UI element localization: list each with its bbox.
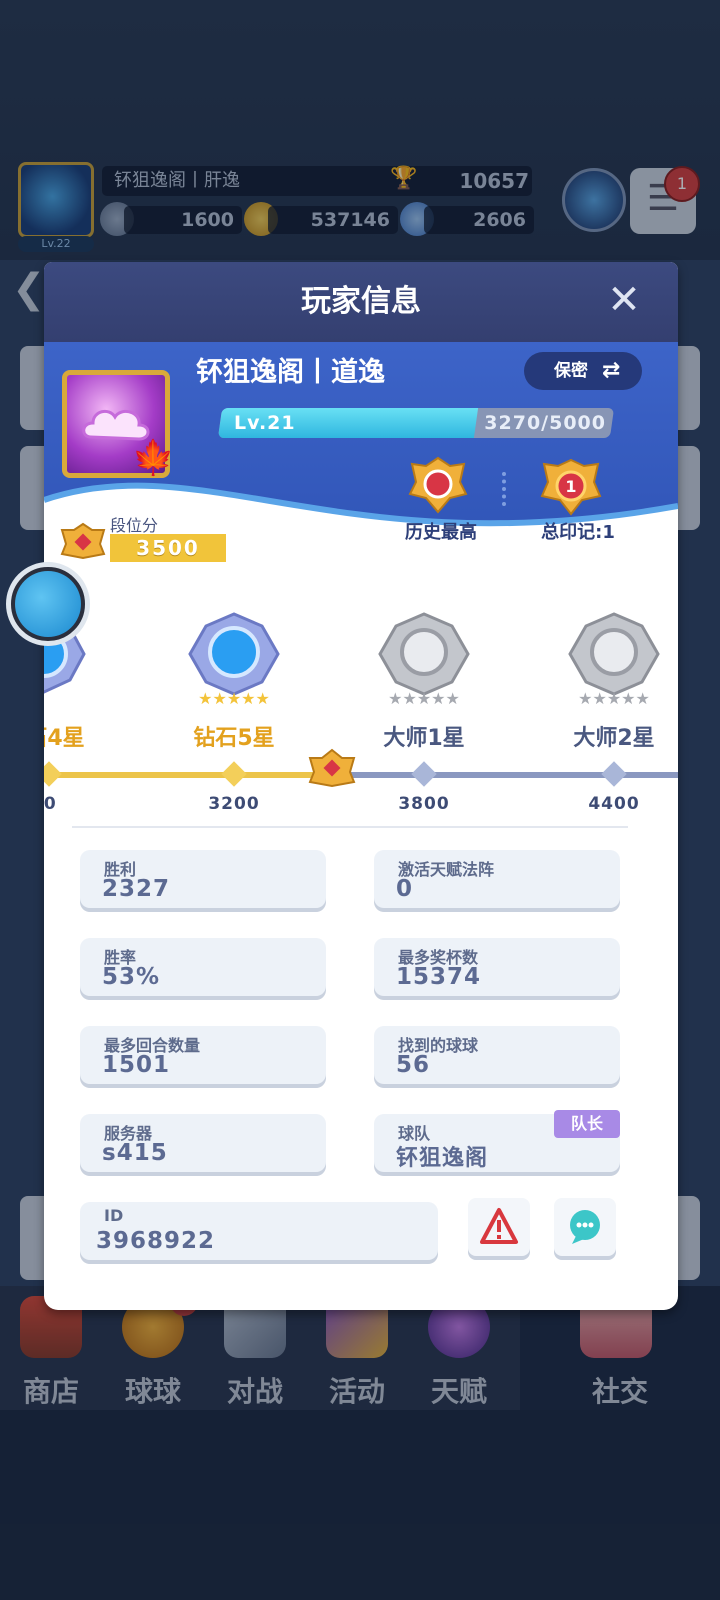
total-marks-medal-number: 1 (565, 477, 576, 496)
track-completed (44, 772, 334, 778)
stat-value: 2327 (102, 876, 171, 902)
chat-bubble-icon (570, 1210, 600, 1244)
swap-icon: ⇄ (602, 358, 621, 383)
tier-name: 大师1星 (383, 726, 465, 751)
captain-badge: 队长 (554, 1110, 620, 1138)
master-tier-badge-icon: ★★★★★ (568, 612, 660, 708)
total-marks-medal-icon[interactable]: 1 (538, 454, 604, 518)
section-divider (72, 826, 628, 828)
track-threshold: 2600 (44, 794, 57, 814)
diamond-tier-badge-icon: ★★★★★ (188, 612, 280, 708)
stat-value: s415 (102, 1140, 168, 1166)
rank-score-medal-icon (60, 522, 106, 560)
track-threshold: 3200 (208, 794, 260, 814)
bird-icon (15, 571, 81, 637)
divider-dots (502, 472, 506, 506)
tier-name: 钻石4星 (44, 726, 85, 751)
xp-value: 3270/5000 (484, 412, 606, 434)
stat-winrate: 胜率 53% (80, 938, 326, 996)
track-threshold: 3800 (398, 794, 450, 814)
stat-value: 1501 (102, 1052, 171, 1078)
track-node (411, 761, 437, 787)
stat-label: ID (104, 1206, 124, 1225)
svg-text:★★★★★: ★★★★★ (388, 689, 460, 708)
stat-max-trophies: 最多奖杯数 15374 (374, 938, 620, 996)
rank-score-label: 段位分 (110, 516, 159, 535)
stat-value: 3968922 (96, 1228, 216, 1254)
floating-side-button[interactable] (6, 562, 90, 646)
tier-name: 大师2星 (573, 726, 655, 751)
history-best-label: 历史最高 (405, 522, 477, 543)
stat-talent-array: 激活天赋法阵 0 (374, 850, 620, 908)
stat-max-rounds: 最多回合数量 1501 (80, 1026, 326, 1084)
player-level: Lv.21 (234, 412, 296, 434)
track-node (601, 761, 627, 787)
player-id-card[interactable]: ID 3968922 (80, 1202, 438, 1260)
stat-server: 服务器 s415 (80, 1114, 326, 1172)
track-node (221, 761, 247, 787)
privacy-toggle-button[interactable]: 保密 ⇄ (524, 352, 642, 390)
track-threshold: 4400 (588, 794, 640, 814)
stat-value: 0 (396, 876, 414, 902)
stat-value: 15374 (396, 964, 482, 990)
report-button[interactable] (468, 1198, 530, 1256)
stat-wins: 胜利 2327 (80, 850, 326, 908)
player-info-panel: 玩家信息 ✕ 🍁 钚狙逸阁丨道逸 保密 ⇄ Lv.21 3270/5000 历史… (44, 262, 678, 1310)
maple-leaf-icon: 🍁 (132, 438, 175, 478)
stat-value: 钚狙逸阁 (396, 1146, 489, 1171)
warning-icon (480, 1208, 518, 1244)
rank-score-value: 3500 (110, 534, 226, 562)
stat-value: 56 (396, 1052, 431, 1078)
privacy-label: 保密 (554, 361, 588, 381)
svg-text:★★★★★: ★★★★★ (198, 689, 270, 708)
track-node (44, 761, 62, 787)
close-button[interactable]: ✕ (600, 276, 648, 324)
total-marks-label: 总印记:1 (541, 522, 615, 543)
stat-value: 53% (102, 964, 161, 990)
master-tier-badge-icon: ★★★★★ (378, 612, 470, 708)
player-name: 钚狙逸阁丨道逸 (196, 357, 385, 388)
panel-title: 玩家信息 (301, 284, 421, 319)
svg-text:★★★★★: ★★★★★ (578, 689, 650, 708)
current-rank-marker-icon (308, 748, 356, 788)
tier-name: 钻石5星 (193, 726, 275, 751)
chat-button[interactable] (554, 1198, 616, 1256)
rank-progress-track (44, 772, 678, 778)
stat-balls-found: 找到的球球 56 (374, 1026, 620, 1084)
history-best-medal-icon[interactable] (406, 454, 470, 518)
stat-team[interactable]: 球队 钚狙逸阁 队长 (374, 1110, 620, 1172)
